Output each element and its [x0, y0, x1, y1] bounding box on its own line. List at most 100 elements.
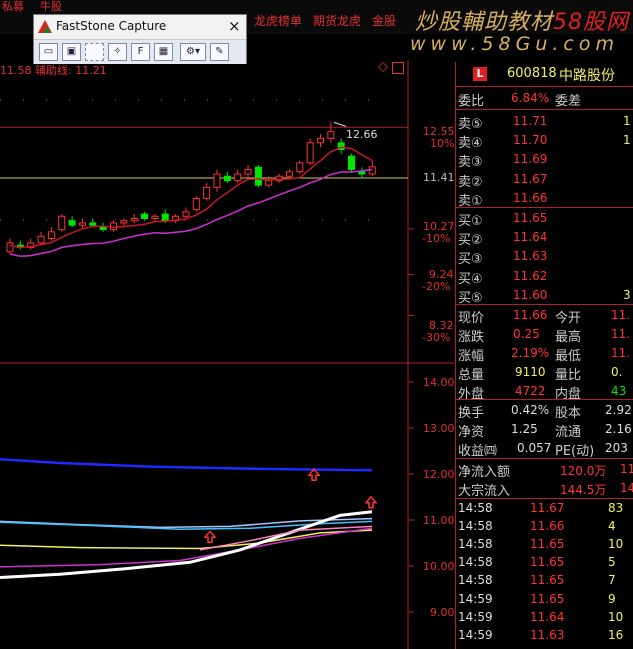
ask-volume: 1 [623, 133, 631, 148]
candle-body [6, 242, 14, 253]
candle-body [141, 213, 149, 219]
stock-chart[interactable] [0, 60, 455, 649]
quote-label: 涨跌 [458, 330, 485, 345]
candle-body [244, 169, 252, 175]
order-ratio-label: 委比 [458, 94, 485, 109]
output-icon[interactable]: ✎ [210, 43, 229, 61]
faststone-titlebar[interactable]: FastStone Capture × [34, 15, 246, 39]
high-mark-arrow [333, 121, 347, 127]
candle-body [110, 222, 117, 231]
flow-extra: 14 [620, 481, 633, 495]
bid-price: 11.64 [513, 230, 548, 245]
quote-value-2: 0. [611, 365, 623, 379]
menu-item-longhu[interactable]: 龙虎榜单 [254, 12, 302, 29]
watermark-brand: 58股网 [553, 10, 630, 35]
tick-volume: 10 [608, 609, 624, 624]
tick-price: 11.63 [530, 627, 565, 642]
candle-body [89, 222, 97, 226]
tick-time: 14:58 [458, 501, 493, 515]
flow-label: 大宗流入 [458, 484, 511, 499]
quote-value-2: 11. [611, 327, 631, 341]
settings-icon[interactable]: ⚙▾ [180, 43, 206, 61]
capture-fullscreen-icon[interactable]: F [131, 43, 150, 61]
candle-body [68, 220, 76, 226]
quote-value-2: 43 [611, 384, 627, 398]
candle-body [47, 231, 55, 240]
fund-value: 1.25 [511, 422, 538, 436]
fund-label-2: 流通 [555, 425, 582, 440]
tick-time: 14:58 [458, 555, 493, 570]
candle-body [254, 166, 262, 186]
candle-body [296, 162, 304, 173]
stock-logo-icon: L [473, 67, 487, 81]
tick-volume: 16 [608, 627, 624, 642]
tick-price: 11.64 [530, 609, 565, 624]
quote-value: 11.66 [513, 308, 548, 322]
tick-volume: 9 [608, 591, 616, 606]
candle-body [306, 142, 314, 164]
faststone-capture-window[interactable]: FastStone Capture × ▭ ▣ ✧ F ▦ ⚙▾ ✎ [33, 14, 247, 64]
quote-value: 4722 [515, 384, 546, 398]
fund-label-2: PE(动) [555, 444, 595, 459]
tick-volume: 7 [608, 573, 616, 588]
up-arrow-icon [203, 530, 217, 544]
lower-line-blue [0, 458, 373, 472]
capture-region-icon[interactable] [85, 43, 104, 61]
tick-price: 11.65 [530, 537, 565, 552]
candle-body [37, 235, 45, 244]
bid-label: 买⑤ [458, 290, 483, 306]
up-arrow-icon [364, 495, 378, 509]
fund-value-2: 2.92 [605, 403, 632, 417]
lower-axis-5: 10.00 [423, 560, 455, 573]
menu-item-bull[interactable]: 牛股 [40, 0, 62, 14]
ma-line-long [9, 168, 373, 258]
watermark-title-text: 炒股輔助教材 [415, 10, 554, 35]
quote-label: 现价 [458, 311, 485, 326]
quote-value-2: 11. [611, 308, 631, 322]
capture-window-icon[interactable]: ▭ [39, 43, 58, 61]
faststone-title: FastStone Capture [56, 19, 167, 33]
candle-body [78, 222, 86, 226]
menu-item-private[interactable]: 私募 [2, 0, 24, 14]
fund-value: 0.42% [511, 403, 550, 417]
close-icon[interactable]: × [228, 17, 241, 35]
candle-body [120, 220, 128, 224]
lower-axis-4: 11.00 [423, 514, 455, 527]
quote-value-2: 11. [611, 346, 631, 360]
quote-value: 2.19% [511, 346, 550, 360]
lower-axis-2: 13.00 [423, 422, 455, 435]
tick-time: 14:59 [458, 591, 493, 606]
candle-body [161, 213, 169, 222]
quote-panel: L 600818 中路股份 委比 6.84% 委差 卖⑤ 11.71 1 卖④ 11.7… [455, 62, 633, 649]
tick-price: 11.67 [530, 501, 565, 515]
menu-item-futures[interactable]: 期货龙虎 [313, 12, 361, 29]
quote-label-2: 最低 [555, 349, 582, 364]
candle-body [58, 215, 66, 231]
bid-label: 买② [458, 233, 483, 249]
flow-value: 120.0万 [560, 464, 607, 478]
ask-label: 卖⑤ [458, 117, 483, 132]
capture-freehand-icon[interactable]: ✧ [108, 43, 127, 61]
order-diff-label: 委差 [555, 94, 582, 109]
tick-time: 14:58 [458, 537, 493, 552]
bid-label: 买① [458, 214, 483, 229]
fund-value: 0.057 [517, 441, 552, 455]
candle-body [358, 171, 366, 175]
tick-time: 14:58 [458, 573, 493, 588]
lower-line-white [0, 510, 373, 579]
ma-line-short [9, 146, 373, 249]
candle-body [213, 173, 221, 188]
capture-scrolling-icon[interactable]: ▦ [154, 43, 173, 61]
ask-label: 卖② [458, 174, 483, 190]
candle-body [130, 217, 138, 222]
watermark-title: 炒股輔助教材58股网 [415, 4, 629, 36]
candle-body [265, 180, 273, 186]
tick-price: 11.65 [530, 591, 565, 606]
flow-label: 净流入额 [458, 465, 511, 480]
candle-body [327, 131, 335, 139]
fund-label-2: 股本 [555, 406, 582, 421]
flow-value: 144.5万 [560, 483, 607, 497]
axis-pct-5: -30% [422, 331, 451, 344]
menu-item-gold[interactable]: 金股 [372, 12, 396, 29]
capture-object-icon[interactable]: ▣ [62, 43, 81, 61]
